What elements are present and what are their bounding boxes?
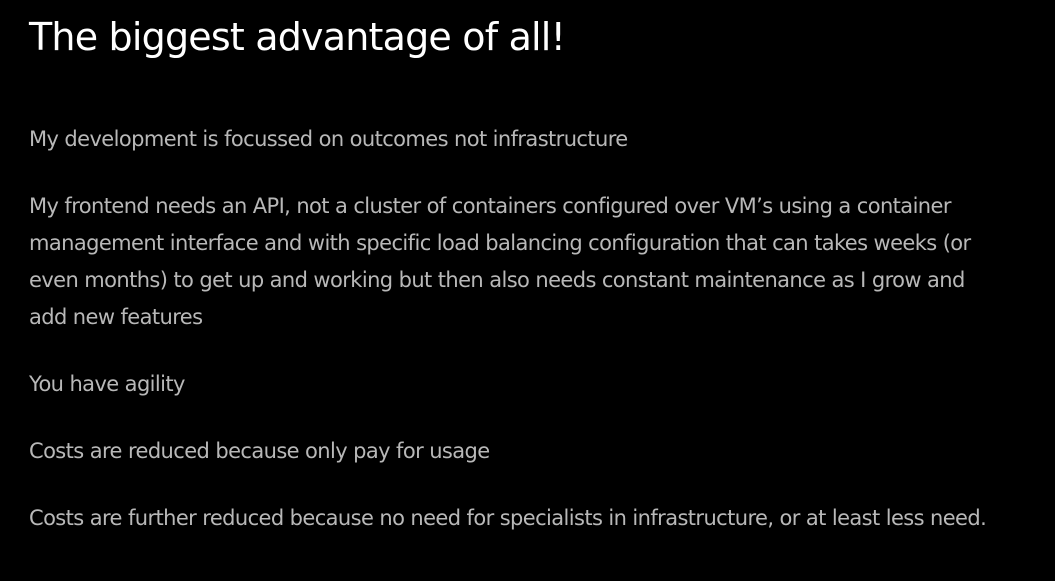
- point-frontend-needs-api: My frontend needs an API, not a cluster …: [29, 194, 971, 329]
- point-costs-reduced-specialists: Costs are further reduced because no nee…: [29, 506, 987, 530]
- slide-title: The biggest advantage of all!: [29, 15, 566, 59]
- presentation-slide: The biggest advantage of all! My develop…: [0, 0, 1055, 581]
- point-costs-reduced-usage: Costs are reduced because only pay for u…: [29, 439, 490, 463]
- slide-body: My development is focussed on outcomes n…: [29, 121, 989, 537]
- point-agility: You have agility: [29, 372, 185, 396]
- point-development-outcomes: My development is focussed on outcomes n…: [29, 127, 628, 151]
